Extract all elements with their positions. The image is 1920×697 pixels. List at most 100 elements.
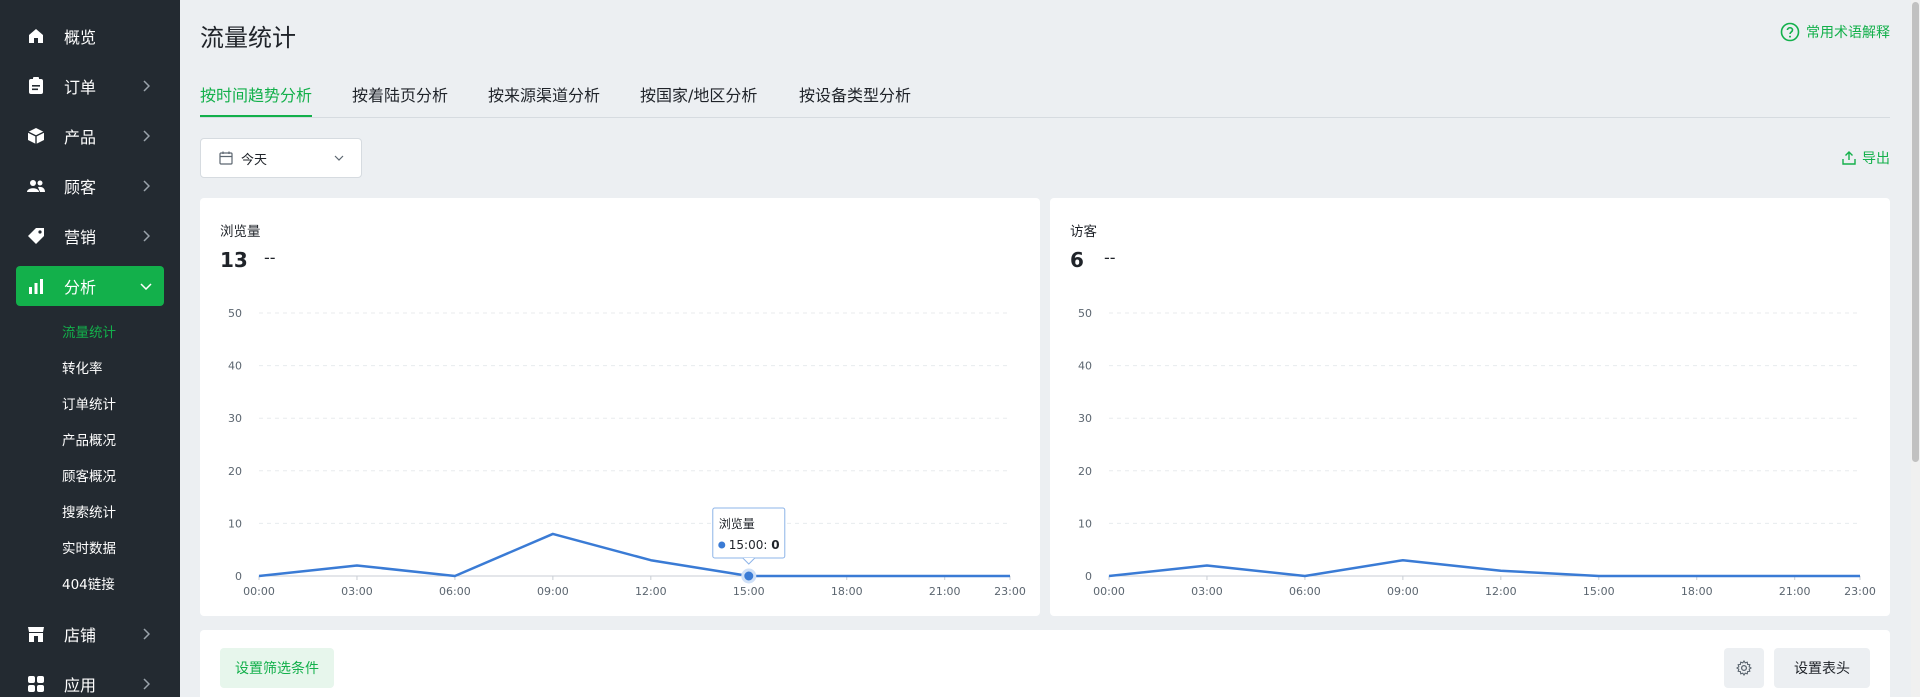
sidebar-item-label: 分析 xyxy=(64,278,97,297)
x-tick-label: 21:00 xyxy=(1779,585,1811,598)
sidebar-item-marketing[interactable]: 营销 xyxy=(16,216,164,256)
glossary-link-label: 常用术语解释 xyxy=(1806,25,1890,41)
home-icon xyxy=(26,26,46,46)
x-tick-label: 00:00 xyxy=(243,585,275,598)
x-tick-label: 00:00 xyxy=(1093,585,1125,598)
page-title: 流量统计 xyxy=(200,24,296,52)
y-tick-label: 20 xyxy=(228,465,242,478)
x-tick-label: 03:00 xyxy=(341,585,373,598)
x-tick-label: 09:00 xyxy=(537,585,569,598)
series-line xyxy=(1108,558,1860,578)
table-toolbar: 设置筛选条件 设置表头 xyxy=(200,630,1890,697)
y-tick-label: 50 xyxy=(1078,307,1092,320)
x-tick-label: 06:00 xyxy=(439,585,471,598)
clipboard-icon xyxy=(26,76,46,96)
sidebar-subitem-customer-overview[interactable]: 顾客概况 xyxy=(62,466,116,488)
sidebar: 概览 订单 产品 顾客 营销 分析 流量统计 转化率 订单统计 产品概况 顾客概… xyxy=(0,0,180,697)
pageviews-card: 浏览量 13 -- 0 10 20 30 40 50 00:00 03:00 06:00 09:0… xyxy=(200,198,1040,616)
sidebar-item-products[interactable]: 产品 xyxy=(16,116,164,156)
sidebar-item-analytics[interactable]: 分析 xyxy=(16,266,164,306)
date-range-select[interactable]: 今天 xyxy=(200,138,362,178)
set-filter-button[interactable]: 设置筛选条件 xyxy=(220,648,334,688)
x-tick-label: 18:00 xyxy=(831,585,863,598)
sidebar-subitem-conversion[interactable]: 转化率 xyxy=(62,358,103,380)
glossary-link[interactable]: 常用术语解释 xyxy=(1780,22,1890,42)
sidebar-item-store[interactable]: 店铺 xyxy=(16,614,164,654)
y-tick-label: 0 xyxy=(1085,570,1092,583)
series-line xyxy=(258,532,1010,578)
sidebar-item-orders[interactable]: 订单 xyxy=(16,66,164,106)
x-tick-label: 03:00 xyxy=(1191,585,1223,598)
sidebar-item-label: 营销 xyxy=(64,228,97,247)
y-tick-label: 30 xyxy=(228,412,242,425)
upload-icon xyxy=(1842,151,1856,165)
sidebar-subitem-search-stats[interactable]: 搜索统计 xyxy=(62,502,116,524)
analysis-tabs: 按时间趋势分析 按着陆页分析 按来源渠道分析 按国家/地区分析 按设备类型分析 xyxy=(200,78,1890,118)
box-icon xyxy=(26,126,46,146)
tooltip-value: 15:00: 0 xyxy=(729,538,780,552)
calendar-icon xyxy=(219,151,233,165)
y-tick-label: 40 xyxy=(1078,360,1092,373)
tab-time-trend[interactable]: 按时间趋势分析 xyxy=(200,82,313,117)
tag-icon xyxy=(26,226,46,246)
chevron-right-icon xyxy=(138,676,154,692)
gear-icon xyxy=(1736,660,1752,676)
y-tick-label: 20 xyxy=(1078,465,1092,478)
sidebar-subitem-realtime[interactable]: 实时数据 xyxy=(62,538,116,560)
date-range-value: 今天 xyxy=(241,152,268,168)
chevron-right-icon xyxy=(138,178,154,194)
chevron-right-icon xyxy=(138,228,154,244)
sidebar-item-label: 概览 xyxy=(64,28,97,47)
y-tick-label: 0 xyxy=(235,570,242,583)
export-label: 导出 xyxy=(1862,151,1890,167)
scrollbar-thumb[interactable] xyxy=(1912,2,1919,462)
sidebar-item-label: 顾客 xyxy=(64,178,97,197)
sidebar-item-label: 应用 xyxy=(64,676,97,695)
visitors-chart: 0 10 20 30 40 50 00:00 03:00 06:00 09:00 12:00 15:0… xyxy=(1078,307,1876,598)
x-tick-label: 15:00 xyxy=(733,585,765,598)
sidebar-item-customers[interactable]: 顾客 xyxy=(16,166,164,206)
store-icon xyxy=(26,624,46,644)
sidebar-item-label: 店铺 xyxy=(64,626,97,645)
x-tick-label: 15:00 xyxy=(1583,585,1615,598)
x-tick-label: 23:00 xyxy=(1844,585,1876,598)
y-tick-label: 40 xyxy=(228,360,242,373)
chart-tooltip: 浏览量 15:00: 0 xyxy=(712,507,786,565)
users-icon xyxy=(26,176,46,196)
chevron-down-icon xyxy=(138,278,154,294)
tab-country-region[interactable]: 按国家/地区分析 xyxy=(640,82,757,117)
sidebar-subitem-traffic[interactable]: 流量统计 xyxy=(62,322,116,344)
tab-device-type[interactable]: 按设备类型分析 xyxy=(799,82,911,117)
sidebar-subitem-product-overview[interactable]: 产品概况 xyxy=(62,430,116,452)
x-tick-label: 12:00 xyxy=(1485,585,1517,598)
set-columns-button[interactable]: 设置表头 xyxy=(1774,648,1870,688)
y-tick-label: 10 xyxy=(228,517,242,530)
pageviews-chart: 0 10 20 30 40 50 00:00 03:00 06:00 09:00 12:00 15:0… xyxy=(228,307,1026,598)
x-tick-label: 23:00 xyxy=(994,585,1026,598)
sidebar-item-apps[interactable]: 应用 xyxy=(16,664,164,697)
export-button[interactable]: 导出 xyxy=(1842,148,1890,168)
tooltip-title: 浏览量 xyxy=(719,516,755,531)
sidebar-item-overview[interactable]: 概览 xyxy=(16,16,164,56)
chevron-right-icon xyxy=(138,78,154,94)
x-tick-label: 06:00 xyxy=(1289,585,1321,598)
highlighted-point[interactable] xyxy=(741,568,757,584)
y-tick-label: 50 xyxy=(228,307,242,320)
visitors-card: 访客 6 -- 0 10 20 30 40 50 00:00 03:00 06:00 09:00 1… xyxy=(1050,198,1890,616)
x-tick-label: 21:00 xyxy=(929,585,961,598)
scrollbar[interactable] xyxy=(1911,0,1920,697)
y-tick-label: 30 xyxy=(1078,412,1092,425)
sidebar-item-label: 产品 xyxy=(64,128,97,147)
tab-landing-page[interactable]: 按着陆页分析 xyxy=(352,82,448,117)
x-tick-label: 12:00 xyxy=(635,585,667,598)
sidebar-item-label: 订单 xyxy=(64,78,97,97)
chevron-down-icon xyxy=(334,155,344,161)
settings-button[interactable] xyxy=(1724,648,1764,688)
tab-source-channel[interactable]: 按来源渠道分析 xyxy=(488,82,600,117)
sidebar-subitem-order-stats[interactable]: 订单统计 xyxy=(62,394,116,416)
sidebar-subitem-404-links[interactable]: 404链接 xyxy=(62,574,115,596)
chevron-right-icon xyxy=(138,128,154,144)
x-tick-label: 18:00 xyxy=(1681,585,1713,598)
chevron-right-icon xyxy=(138,626,154,642)
x-tick-label: 09:00 xyxy=(1387,585,1419,598)
